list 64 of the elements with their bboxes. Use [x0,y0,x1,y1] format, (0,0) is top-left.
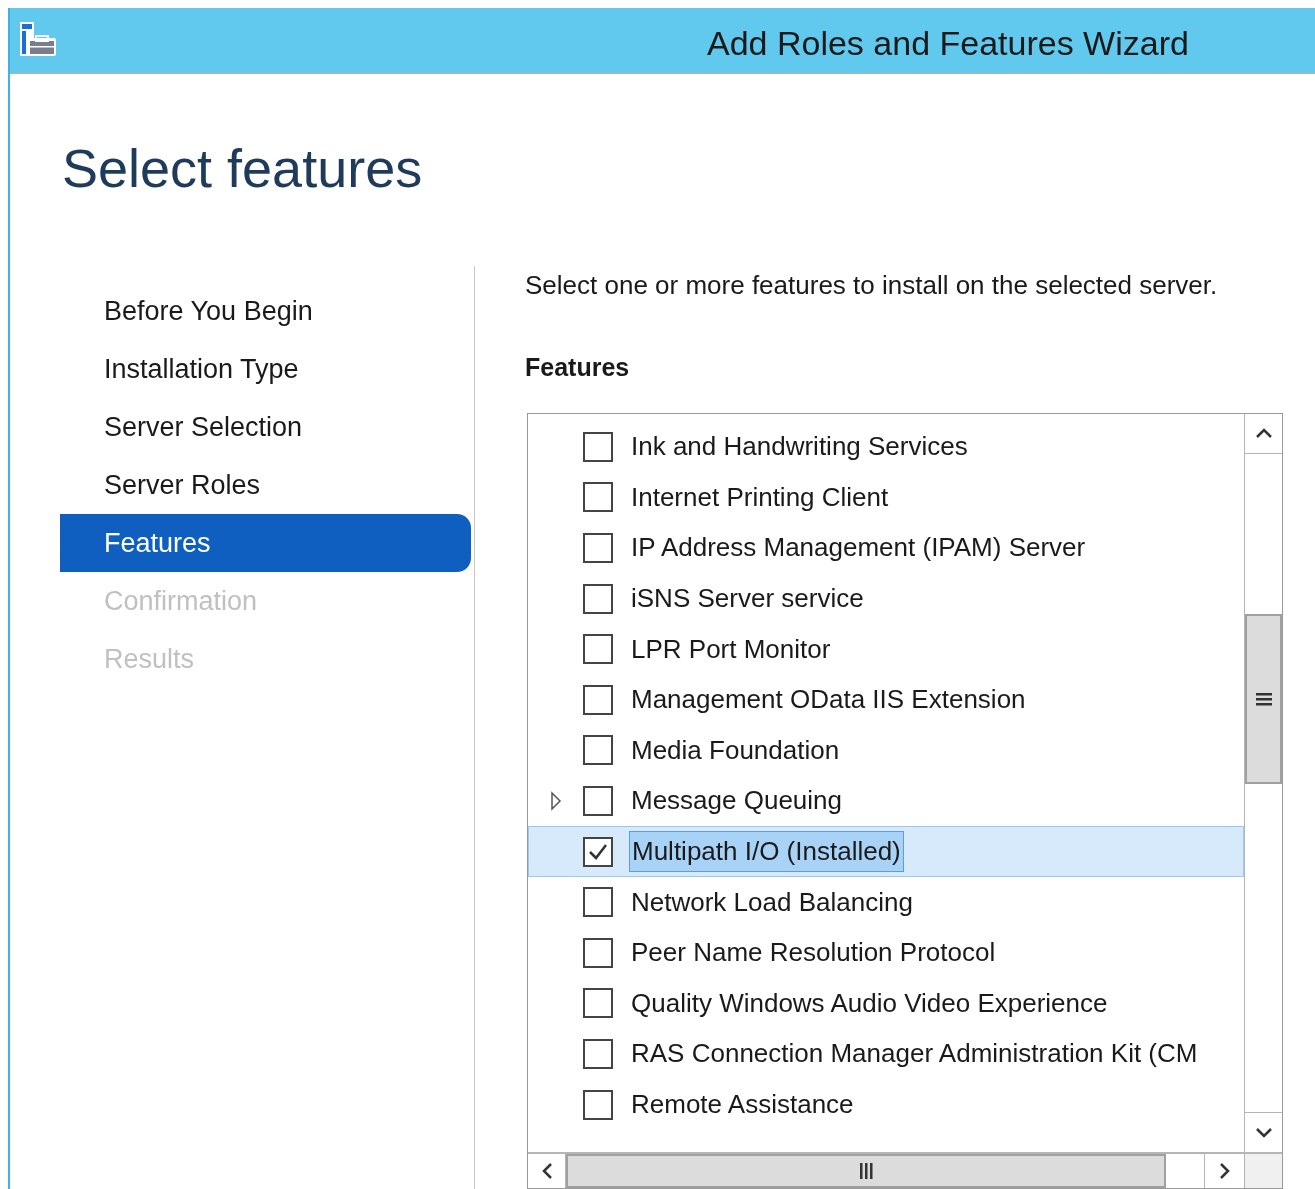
window-title: Add Roles and Features Wizard [707,23,1189,64]
nav-item[interactable]: Before You Begin [104,290,313,332]
nav-item[interactable]: Features [60,514,471,572]
feature-label: iSNS Server service [630,582,865,616]
feature-row[interactable]: Ink and Handwriting Services [528,421,1244,473]
checkbox[interactable] [583,937,613,968]
caret-right-icon [1219,1162,1230,1180]
checkbox[interactable] [583,785,613,816]
features-label: Features [525,352,630,383]
checkbox[interactable] [583,634,613,665]
feature-label: Message Queuing [630,784,844,818]
checkmark-icon [588,842,608,861]
vertical-scrollbar[interactable] [1244,413,1282,1152]
checkbox[interactable] [583,1089,613,1120]
nav-item[interactable]: Installation Type [104,348,299,390]
grip-icon [859,1163,873,1179]
feature-row[interactable]: Remote Assistance [528,1079,1244,1130]
checkbox[interactable] [583,482,613,513]
feature-row[interactable]: Media Foundation [528,725,1244,776]
scroll-thumb[interactable] [1245,613,1282,784]
checkbox[interactable] [583,836,613,867]
scrollbar-corner [1244,1154,1282,1188]
feature-row[interactable]: RAS Connection Manager Administration Kit (CM [528,1028,1244,1080]
caret-down-icon [1254,1127,1273,1138]
checkbox[interactable] [583,887,613,918]
nav-item[interactable]: Server Roles [104,464,261,506]
feature-label: LPR Port Monitor [630,632,832,666]
checkbox[interactable] [583,431,613,462]
nav-item[interactable]: Server Selection [104,406,303,448]
feature-row[interactable]: Multipath I/O (Installed) [528,826,1244,877]
instruction-text: Select one or more features to install on the selected server. [525,269,1218,302]
feature-row[interactable]: Internet Printing Client [528,472,1244,523]
feature-label: Quality Windows Audio Video Experience [630,986,1109,1020]
checkbox[interactable] [583,1038,613,1069]
scroll-thumb[interactable] [566,1154,1166,1188]
feature-label: Multipath I/O (Installed) [629,831,904,873]
checkbox[interactable] [583,735,613,766]
feature-label: IP Address Management (IPAM) Server [630,531,1087,565]
page-heading: Select features [62,137,423,200]
feature-label: Management OData IIS Extension [630,683,1027,717]
feature-label: Remote Assistance [630,1088,855,1121]
feature-row[interactable]: Peer Name Resolution Protocol [528,927,1244,979]
horizontal-scrollbar[interactable] [528,1152,1282,1188]
feature-row[interactable]: iSNS Server service [528,573,1244,624]
feature-row[interactable]: Network Load Balancing [528,876,1244,928]
feature-label: RAS Connection Manager Administration Kit (CM [630,1037,1199,1071]
grip-icon [1255,691,1272,706]
checkbox[interactable] [583,533,613,563]
feature-row[interactable]: IP Address Management (IPAM) Server [528,522,1244,574]
feature-row[interactable]: LPR Port Monitor [528,623,1244,675]
checkbox[interactable] [583,684,613,715]
feature-label: Network Load Balancing [630,885,914,919]
feature-label: Internet Printing Client [630,480,890,514]
caret-up-icon [1254,428,1273,438]
feature-label: Ink and Handwriting Services [630,430,969,464]
feature-row[interactable]: Management OData IIS Extension [528,674,1244,726]
checkbox[interactable] [583,583,613,614]
feature-row[interactable]: Message Queuing [528,775,1244,827]
checkbox[interactable] [583,988,613,1019]
caret-left-icon [541,1162,552,1180]
feature-label: Media Foundation [630,733,841,767]
feature-row[interactable]: Quality Windows Audio Video Experience [528,978,1244,1029]
expand-arrow-icon[interactable] [550,790,562,811]
feature-label: Peer Name Resolution Protocol [630,936,997,970]
